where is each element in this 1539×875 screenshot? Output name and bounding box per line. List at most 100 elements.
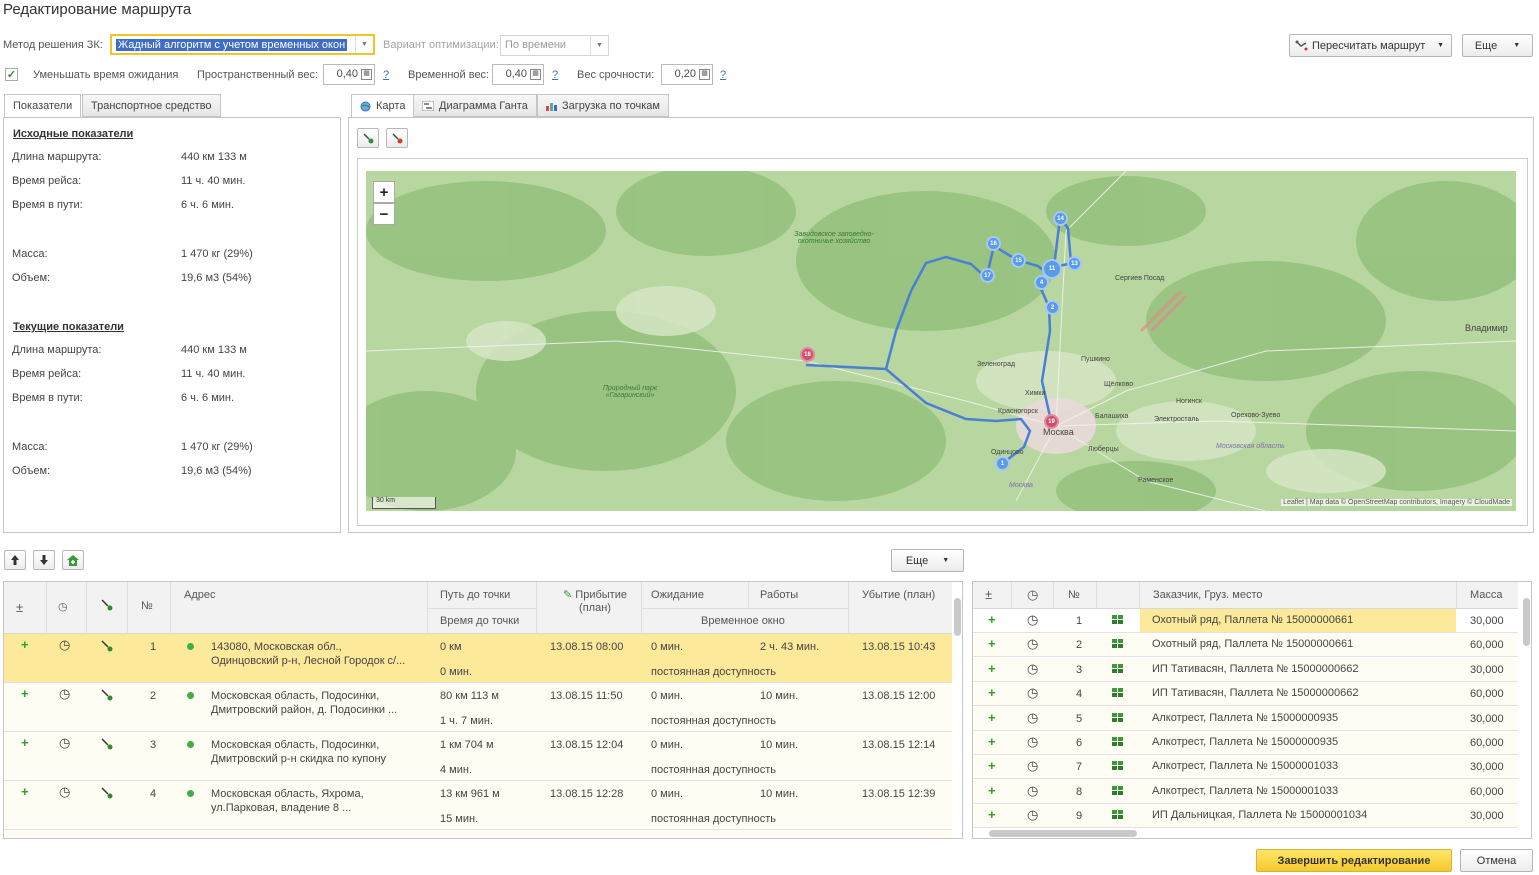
table-row[interactable]: + ◷ 2 Московская область, Подосинки, Дми… — [4, 683, 952, 732]
clock-icon[interactable]: ◷ — [59, 736, 70, 750]
header-time[interactable]: Время до точки — [440, 615, 519, 627]
header-depart[interactable]: Убытие (план) — [862, 589, 935, 601]
route-marker[interactable]: 13 — [1067, 256, 1082, 271]
route-marker[interactable]: 1 — [995, 456, 1010, 471]
clock-icon[interactable]: ◷ — [59, 687, 70, 701]
header-customer[interactable]: Заказчик, Груз. место — [1153, 589, 1263, 601]
table-row[interactable]: + ◷ 1 143080, Московская обл., Одинцовск… — [4, 634, 952, 683]
help-link[interactable]: ? — [720, 69, 726, 81]
expand-icon[interactable]: + — [988, 735, 996, 749]
expand-icon[interactable]: + — [988, 710, 996, 725]
cargo-row[interactable]: + ◷ 2 Охотный ряд, Паллета № 15000000661 60,… — [973, 633, 1518, 658]
clock-icon[interactable]: ◷ — [1027, 637, 1038, 651]
route-marker-endpoint[interactable]: 19 — [1044, 414, 1059, 429]
tab-load-by-points[interactable]: Загрузка по точкам — [537, 94, 669, 117]
route-marker[interactable]: 17 — [980, 268, 995, 283]
clock-icon[interactable]: ◷ — [1027, 587, 1038, 603]
cargo-row[interactable]: + ◷ 9 ИП Дальницкая, Паллета № 15000001034 3… — [973, 804, 1518, 829]
table-row[interactable]: + ◷ 4 Московская область, Яхрома, ул.Пар… — [4, 781, 952, 830]
tab-vehicle[interactable]: Транспортное средство — [82, 94, 221, 117]
table-row[interactable]: + ◷ 3 Московская область, Подосинки, Дми… — [4, 732, 952, 781]
clock-icon[interactable]: ◷ — [1027, 759, 1038, 773]
expand-icon[interactable]: + — [21, 736, 29, 750]
urgency-weight-input[interactable]: 0,20 ▦ — [661, 64, 713, 85]
cargo-row[interactable]: + ◷ 7 Алкотрест, Паллета № 15000001033 30,00… — [973, 755, 1518, 780]
header-window[interactable]: Временное окно — [701, 615, 785, 627]
calculator-icon[interactable]: ▦ — [530, 69, 541, 80]
route-pin-header-icon[interactable] — [100, 598, 114, 615]
clock-icon[interactable]: ◷ — [58, 600, 68, 613]
header-number[interactable]: № — [141, 600, 153, 612]
header-plus-minus[interactable]: ± — [16, 600, 23, 615]
route-marker-endpoint[interactable]: 18 — [800, 347, 815, 362]
cargo-grid-scrollbar[interactable] — [1523, 598, 1530, 646]
route-marker[interactable]: 15 — [1011, 253, 1026, 268]
header-arrival[interactable]: ✎ Прибытие (план) — [550, 589, 640, 615]
clock-icon[interactable]: ◷ — [1027, 783, 1038, 798]
calculator-icon[interactable]: ▦ — [699, 69, 710, 80]
tab-indicators[interactable]: Показатели — [4, 94, 82, 118]
header-address[interactable]: Адрес — [184, 589, 216, 601]
cargo-row[interactable]: + ◷ 4 ИП Тативасян, Паллета № 15000000662 60… — [973, 682, 1518, 707]
route-pick-button[interactable] — [357, 128, 379, 148]
spatial-weight-input[interactable]: 0,40 ▦ — [323, 64, 375, 85]
expand-icon[interactable]: + — [21, 638, 29, 652]
header-work[interactable]: Работы — [760, 589, 798, 601]
expand-icon[interactable]: + — [988, 637, 996, 651]
calculator-icon[interactable]: ▦ — [361, 69, 372, 80]
header-mass[interactable]: Масса — [1470, 589, 1503, 601]
clock-icon[interactable]: ◷ — [1027, 661, 1038, 676]
add-point-button[interactable] — [62, 550, 84, 570]
route-pin-icon[interactable] — [100, 688, 114, 706]
cargo-grid-hscrollbar[interactable] — [989, 830, 1137, 837]
clock-icon[interactable]: ◷ — [1027, 808, 1038, 822]
cargo-row[interactable]: + ◷ 1 Охотный ряд, Паллета № 15000000661 30,… — [973, 609, 1518, 633]
map-attribution[interactable]: Leaflet | Map data © OpenStreetMap contr… — [1281, 499, 1512, 506]
route-pick-button-2[interactable] — [386, 128, 408, 148]
expand-icon[interactable]: + — [988, 759, 996, 773]
expand-icon[interactable]: + — [21, 687, 29, 701]
cargo-row[interactable]: + ◷ 8 Алкотрест, Паллета № 15000001033 60,00… — [973, 779, 1518, 804]
method-select[interactable]: Жадный алгоритм с учетом временных окон … — [110, 34, 375, 55]
recalculate-route-button[interactable]: Пересчитать маршрут ▼ — [1289, 34, 1452, 57]
cancel-button[interactable]: Отмена — [1460, 849, 1533, 872]
zoom-out-button[interactable]: − — [373, 203, 395, 225]
help-link[interactable]: ? — [552, 69, 558, 81]
zoom-in-button[interactable]: + — [373, 181, 395, 203]
clock-icon[interactable]: ◷ — [59, 785, 70, 799]
clock-icon[interactable]: ◷ — [1027, 735, 1038, 749]
cargo-row[interactable]: + ◷ 3 ИП Тативасян, Паллета № 15000000662 30… — [973, 657, 1518, 682]
grid-more-button[interactable]: Еще ▼ — [891, 549, 964, 572]
move-down-button[interactable] — [33, 550, 55, 570]
expand-icon[interactable]: + — [988, 686, 996, 700]
route-pin-icon[interactable] — [100, 639, 114, 657]
map[interactable]: Завидовское заповедно-охотничье хозяйств… — [366, 171, 1516, 511]
clock-icon[interactable]: ◷ — [59, 638, 70, 652]
route-grid-scrollbar[interactable] — [954, 598, 961, 636]
expand-icon[interactable]: + — [988, 783, 996, 798]
header-plus-minus[interactable]: ± — [985, 587, 992, 602]
expand-icon[interactable]: + — [988, 661, 996, 676]
time-weight-input[interactable]: 0,40 ▦ — [492, 64, 544, 85]
header-path[interactable]: Путь до точки — [440, 589, 510, 601]
clock-icon[interactable]: ◷ — [1027, 710, 1038, 725]
route-marker[interactable]: 2 — [1045, 300, 1060, 315]
reduce-wait-checkbox[interactable]: ✓ — [5, 68, 18, 81]
chevron-down-icon[interactable]: ▼ — [355, 36, 373, 53]
clock-icon[interactable]: ◷ — [1027, 613, 1038, 627]
tab-gantt[interactable]: Диаграмма Ганта — [413, 94, 537, 117]
finish-editing-button[interactable]: Завершить редактирование — [1256, 849, 1452, 872]
tab-map[interactable]: Карта — [351, 94, 415, 118]
cargo-row[interactable]: + ◷ 6 Алкотрест, Паллета № 15000000935 60,00… — [973, 731, 1518, 755]
table-row-partial[interactable] — [4, 830, 952, 838]
route-marker[interactable]: 14 — [1053, 211, 1068, 226]
expand-icon[interactable]: + — [988, 808, 996, 822]
header-wait[interactable]: Ожидание — [651, 589, 704, 601]
more-button[interactable]: Еще ▼ — [1462, 34, 1533, 57]
clock-icon[interactable]: ◷ — [1027, 686, 1038, 700]
route-pin-icon[interactable] — [100, 737, 114, 755]
header-number[interactable]: № — [1068, 589, 1080, 601]
expand-icon[interactable]: + — [21, 785, 29, 799]
move-up-button[interactable] — [4, 550, 26, 570]
help-link[interactable]: ? — [383, 69, 389, 81]
